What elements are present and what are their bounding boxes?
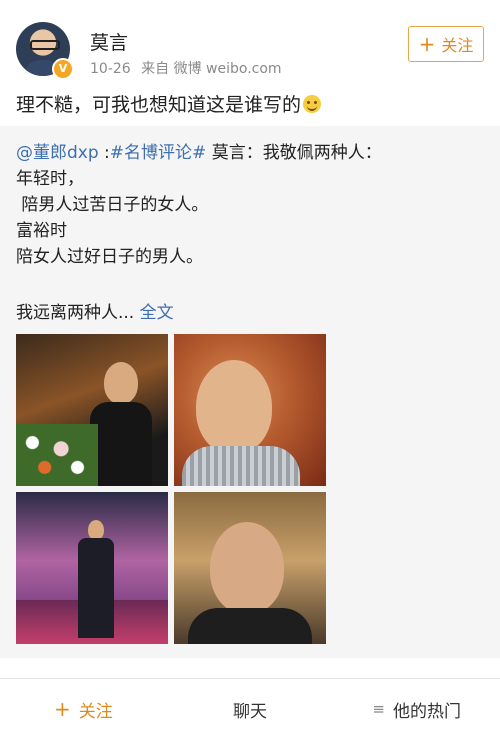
photo-flowers: [16, 424, 98, 486]
hot-posts-button[interactable]: ≡ 他的热门: [333, 679, 500, 739]
post-text: 理不糙，可我也想知道这是谁写的: [16, 90, 322, 117]
repost-line: 陪女人过好日子的男人。: [16, 247, 203, 267]
bottom-bar: + 关注 聊天 ≡ 他的热门: [0, 678, 500, 739]
more-text-content: 我远离两种人...: [16, 303, 140, 323]
menu-icon: ≡: [372, 700, 385, 718]
follow-button-label: 关注: [441, 36, 474, 55]
photo-face: [196, 360, 272, 454]
repost-first-line: @董郎dxp :#名博评论# 莫言：我敬佩两种人：: [16, 143, 382, 163]
photo-1[interactable]: [16, 334, 168, 486]
username[interactable]: 莫言: [90, 28, 128, 55]
post-date: 10-26: [90, 61, 131, 77]
post-meta: 10-26 来自 微博 weibo.com: [90, 58, 288, 78]
post-source: 来自 微博 weibo.com: [141, 61, 282, 77]
verified-badge-icon: V: [52, 58, 74, 80]
plus-icon: +: [418, 32, 436, 56]
plus-icon: +: [53, 697, 71, 721]
photo-3[interactable]: [16, 492, 168, 644]
repost-line: 富裕时: [16, 221, 67, 241]
hashtag-link[interactable]: #名博评论#: [110, 143, 207, 163]
repost-card[interactable]: @董郎dxp :#名博评论# 莫言：我敬佩两种人： 年轻时， 陪男人过苦日子的女…: [0, 126, 500, 658]
photo-body: [90, 402, 152, 486]
more-text: 我远离两种人... 全文: [16, 298, 174, 323]
repost-line: 陪男人过苦日子的女人。: [16, 195, 209, 215]
photo-body: [182, 446, 300, 486]
mention-link[interactable]: @董郎dxp: [16, 143, 99, 163]
photo-body: [78, 538, 114, 638]
post-header: V 莫言 10-26 来自 微博 weibo.com + 关注: [0, 0, 500, 84]
repost-line: 年轻时，: [16, 169, 84, 189]
full-text-link[interactable]: 全文: [140, 303, 174, 323]
photo-2[interactable]: [174, 334, 326, 486]
photo-face: [210, 522, 284, 614]
hot-posts-label: 他的热门: [392, 701, 461, 722]
photo-face: [88, 520, 104, 540]
bottom-follow-label: 关注: [78, 701, 113, 722]
grin-emoji-icon: [303, 95, 322, 113]
photo-4[interactable]: [174, 492, 326, 644]
photo-face: [104, 362, 138, 404]
post-text-content: 理不糙，可我也想知道这是谁写的: [16, 94, 302, 116]
avatar-glasses: [30, 40, 60, 50]
follow-button[interactable]: + 关注: [408, 26, 484, 62]
photo-body: [188, 608, 312, 644]
chat-label: 聊天: [233, 701, 267, 722]
repost-text: @董郎dxp :#名博评论# 莫言：我敬佩两种人： 年轻时， 陪男人过苦日子的女…: [16, 140, 382, 270]
repost-line: 莫言：我敬佩两种人：: [206, 143, 382, 163]
photo-grid: [16, 334, 326, 646]
chat-button[interactable]: 聊天: [167, 679, 334, 739]
bottom-follow-button[interactable]: + 关注: [0, 679, 167, 739]
